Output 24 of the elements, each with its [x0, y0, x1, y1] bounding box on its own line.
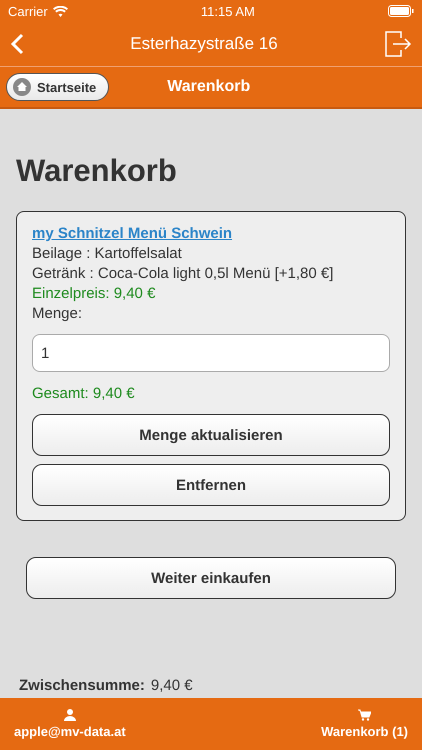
heading: Warenkorb [16, 153, 178, 189]
user-icon[interactable] [64, 709, 76, 721]
home-icon [13, 78, 31, 96]
quantity-label: Menge: [32, 304, 84, 324]
page-title: Warenkorb [167, 78, 250, 96]
cart-icon[interactable] [358, 709, 372, 721]
home-button[interactable]: Startseite [6, 73, 110, 101]
option-text: Beilage : Kartoffelsalat [32, 244, 183, 264]
continue-button[interactable]: Weiter einkaufen [26, 557, 396, 599]
remove-button[interactable]: Entfernen [32, 464, 390, 506]
subtotal-label: Zwischensumme: [19, 677, 145, 694]
quantity-field[interactable]: 1 [32, 334, 390, 372]
nav-title: Esterhazystraße 16 [130, 34, 278, 54]
logout-icon[interactable] [384, 30, 412, 58]
clock-time: 11:15 AM [200, 4, 255, 18]
back-icon[interactable] [10, 33, 24, 55]
option-text: Getränk : Coca-Cola light 0,5l Menü [+1,80 €] [32, 264, 334, 284]
wifi-icon [52, 6, 68, 16]
carrier-label: Carrier [8, 4, 48, 18]
subtotal-value: 9,40 € [150, 677, 193, 694]
total-price: Gesamt: 9,40 € [32, 384, 136, 404]
update-button[interactable]: Menge aktualisieren [32, 414, 390, 456]
battery-icon [388, 5, 414, 17]
unit-price: Einzelpreis: 9,40 € [32, 284, 156, 304]
